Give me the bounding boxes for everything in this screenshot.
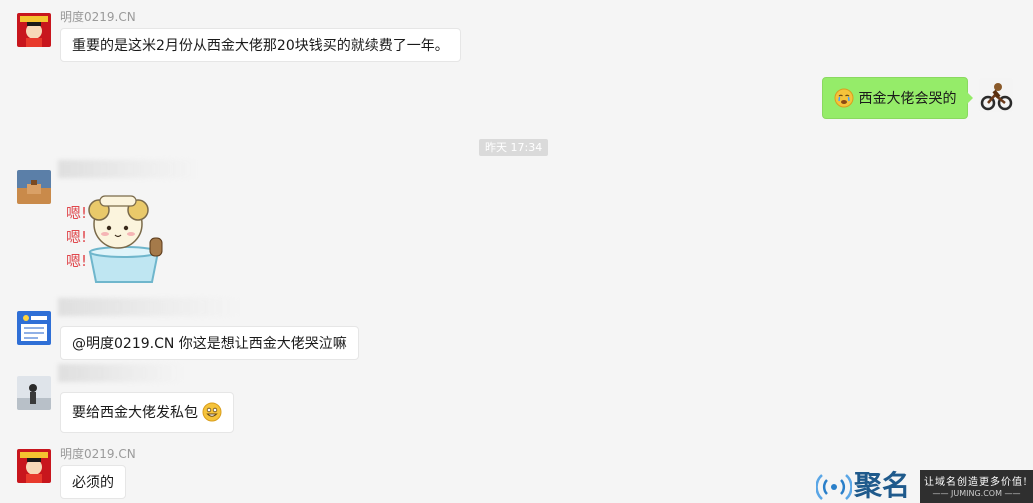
sticker-text-1: 嗯!	[66, 204, 87, 222]
avatar-member-person[interactable]	[17, 376, 51, 410]
message-bubble[interactable]: 重要的是这米2月份从西金大佬那20块钱买的就续费了一年。	[60, 28, 461, 62]
message-bubble[interactable]: @明度0219.CN 你这是想让西金大佬哭泣嘛	[60, 326, 359, 360]
sender-name-blurred	[58, 364, 183, 382]
crying-face-emoji	[834, 88, 854, 107]
sticker-text-2: 嗯!	[66, 228, 87, 246]
watermark-brand: 聚名	[854, 469, 911, 502]
sheep-sticker[interactable]: 嗯! 嗯! 嗯!	[60, 190, 165, 288]
avatar-member-blue[interactable]	[17, 311, 51, 345]
message-text: 必须的	[72, 475, 114, 491]
avatar-member-sunset[interactable]	[17, 170, 51, 204]
sender-name: 明度0219.CN	[60, 447, 136, 461]
watermark-domain: —— JUMING.COM ——	[932, 489, 1021, 498]
message-text: @明度0219.CN 你这是想让西金大佬哭泣嘛	[72, 336, 347, 352]
message-bubble[interactable]: 必须的	[60, 465, 126, 499]
timestamp: 昨天 17:34	[479, 139, 549, 156]
avatar-mingdu[interactable]	[17, 13, 51, 47]
avatar-self[interactable]	[979, 78, 1013, 112]
sender-name: 明度0219.CN	[60, 10, 136, 24]
message-bubble-self[interactable]: 西金大佬会哭的	[822, 77, 974, 119]
message-bubble[interactable]: 要给西金大佬发私包	[60, 392, 235, 433]
watermark-slogan-box: 让域名创造更多价值! —— JUMING.COM ——	[920, 470, 1033, 503]
signal-logo-icon	[816, 474, 852, 500]
sticker-text-3: 嗯!	[66, 252, 87, 270]
message-text: 西金大佬会哭的	[858, 91, 957, 107]
watermark-slogan: 让域名创造更多价值!	[924, 477, 1029, 488]
sender-name-blurred	[58, 160, 198, 178]
message-text: 要给西金大佬发私包	[72, 405, 198, 421]
juming-watermark: 聚名 让域名创造更多价值! —— JUMING.COM ——	[816, 470, 1033, 503]
grinning-face-emoji	[202, 402, 222, 421]
sender-name-blurred	[58, 298, 238, 316]
avatar-mingdu[interactable]	[17, 449, 51, 483]
message-text: 重要的是这米2月份从西金大佬那20块钱买的就续费了一年。	[72, 38, 449, 54]
